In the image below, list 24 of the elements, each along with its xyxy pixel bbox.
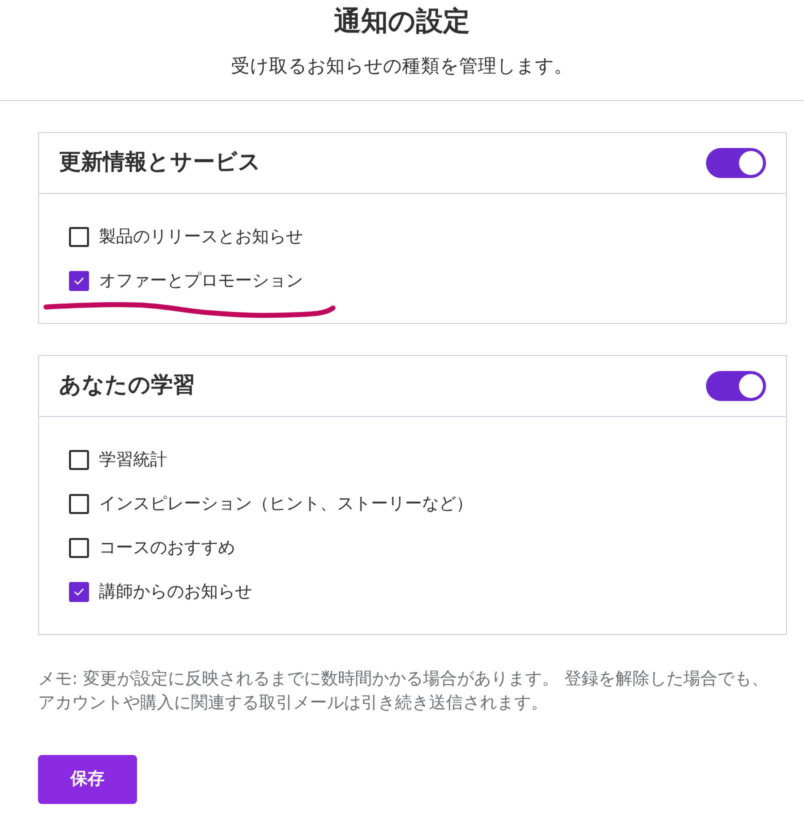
checkbox[interactable] — [69, 227, 89, 247]
note-text: メモ: 変更が設定に反映されるまでに数時間かかる場合があります。 登録を解除した場合でも、アカウントや購入に関連する取引メールは引き続き送信されます。 — [38, 668, 770, 715]
page-subtitle: 受け取るお知らせの種類を管理します。 — [231, 55, 573, 79]
toggle-knob — [739, 151, 763, 175]
option-label: 講師からのお知らせ — [99, 581, 252, 604]
checkbox[interactable] — [69, 582, 89, 602]
option-label: 製品のリリースとお知らせ — [99, 226, 303, 249]
option-label: コースのおすすめ — [99, 537, 235, 560]
section-title: あなたの学習 — [59, 372, 195, 400]
page-title: 通知の設定 — [334, 5, 470, 39]
save-button[interactable]: 保存 — [38, 755, 137, 804]
check-icon — [74, 277, 84, 285]
checkbox[interactable] — [69, 494, 89, 514]
checkbox[interactable] — [69, 538, 89, 558]
checkbox[interactable] — [69, 271, 89, 291]
checkbox[interactable] — [69, 450, 89, 470]
toggle-switch[interactable] — [706, 148, 766, 178]
option-label: インスピレーション（ヒント、ストーリーなど） — [99, 493, 473, 516]
section-title: 更新情報とサービス — [59, 149, 261, 177]
check-icon — [74, 588, 84, 596]
toggle-switch[interactable] — [706, 371, 766, 401]
option-label: オファーとプロモーション — [99, 270, 303, 293]
option-label: 学習統計 — [99, 449, 167, 472]
toggle-knob — [739, 374, 763, 398]
